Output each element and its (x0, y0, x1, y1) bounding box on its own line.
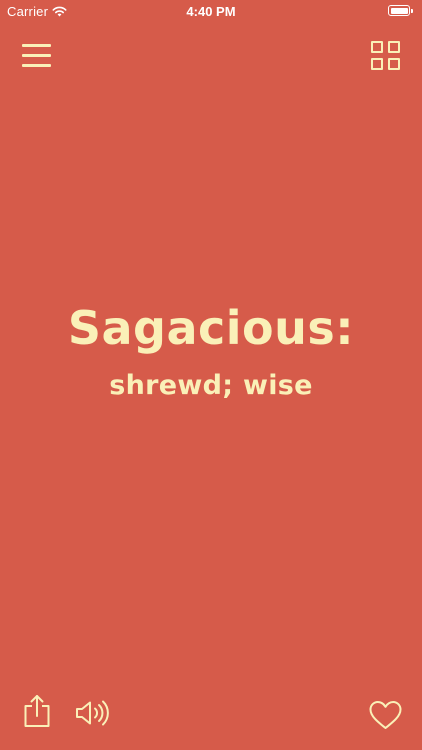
heart-icon (369, 701, 402, 729)
battery-icon (388, 5, 414, 17)
word-definition: shrewd; wise (109, 370, 313, 401)
share-button[interactable] (23, 694, 51, 728)
share-icon (24, 695, 50, 727)
word-card: Sagacious: shrewd; wise (0, 300, 422, 404)
word-term: Sagacious: (67, 301, 355, 355)
grid-view-button[interactable] (371, 41, 402, 72)
speaker-icon (76, 700, 109, 726)
sound-button[interactable] (75, 700, 111, 726)
favorite-button[interactable] (368, 700, 403, 730)
menu-button[interactable] (22, 43, 52, 69)
status-bar: Carrier 4:40 PM (0, 0, 422, 24)
status-time: 4:40 PM (186, 4, 236, 19)
